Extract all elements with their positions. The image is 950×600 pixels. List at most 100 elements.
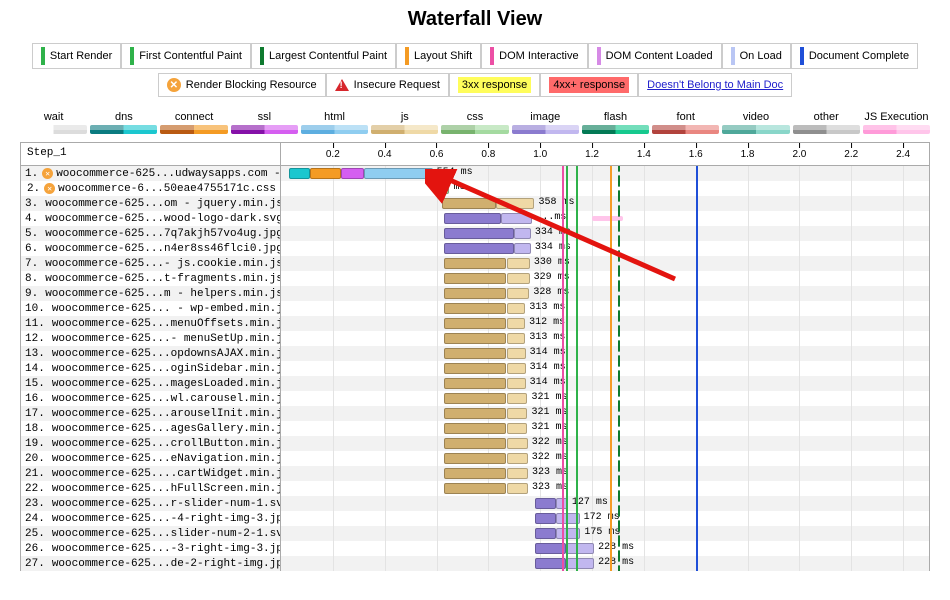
waterfall-row[interactable]: 21.woocommerce-625....cartWidget.min.js3…: [20, 466, 930, 481]
waterfall-row[interactable]: 6.woocommerce-625...n4er8ss46flci0.jpg33…: [20, 241, 930, 256]
waterfall-row[interactable]: 5.woocommerce-625...7q7akjh57vo4ug.jpg33…: [20, 226, 930, 241]
event-marker: [566, 331, 568, 346]
tick: 1.0: [533, 143, 547, 160]
waterfall-row[interactable]: 25.woocommerce-625...slider-num-2-1.svg1…: [20, 526, 930, 541]
waterfall-row[interactable]: 17.woocommerce-625...arouselInit.min.js 3…: [20, 406, 930, 421]
row-label: 7. woocommerce-625...- js.cookie.min.js: [21, 256, 281, 271]
row-duration-label: 127 ms: [572, 497, 608, 508]
legend-4xx: 4xx+ response: [540, 73, 638, 97]
waterfall-row[interactable]: 14.woocommerce-625...oginSidebar.min.js3…: [20, 361, 930, 376]
bar-segment-js-execution: [592, 216, 623, 221]
bar-segment-js: [507, 303, 526, 314]
waterfall-row[interactable]: 12.woocommerce-625...- menuSetUp.min.js3…: [20, 331, 930, 346]
event-marker: [618, 286, 620, 301]
row-resource-name: woocommerce-625...agesGallery.min.js: [52, 423, 281, 435]
event-marker: [576, 346, 578, 361]
row-number: 25.: [25, 528, 45, 540]
event-marker: [576, 256, 578, 271]
row-resource-name: woocommerce-625...- js.cookie.min.js: [45, 258, 281, 270]
waterfall-row[interactable]: 27.woocommerce-625...de-2-right-img.jpg2…: [20, 556, 930, 571]
waterfall-row[interactable]: 2.✕woocommerce-6...50eae4755171c.cssms: [20, 181, 930, 196]
row-number: 14.: [25, 363, 45, 375]
waterfall-row[interactable]: 8.woocommerce-625...t-fragments.min.js32…: [20, 271, 930, 286]
event-marker: [618, 226, 620, 241]
waterfall-row[interactable]: 18.woocommerce-625...agesGallery.min.js3…: [20, 421, 930, 436]
row-label: 4.woocommerce-625...wood-logo-dark.svg: [21, 211, 281, 226]
waterfall-row[interactable]: 23.woocommerce-625...r-slider-num-1.svg1…: [20, 496, 930, 511]
waterfall-row[interactable]: 26.woocommerce-625...-3-right-img-3.jpg2…: [20, 541, 930, 556]
mime-label: image: [530, 111, 560, 123]
waterfall-row[interactable]: 1.✕woocommerce-625...udwaysapps.com - /5…: [20, 166, 930, 181]
row-resource-name: woocommerce-625...n4er8ss46flci0.jpg: [45, 243, 281, 255]
row-chart: 228 ms: [281, 541, 929, 556]
row-duration-label: 321 ms: [531, 407, 567, 418]
bar-segment-image: [566, 558, 594, 569]
legend-swatch: [41, 47, 45, 65]
tick: 0.4: [378, 143, 392, 160]
mime-dns: dns: [90, 111, 157, 134]
row-number: 23.: [25, 498, 45, 510]
bar-segment-js-wait: [444, 453, 506, 464]
waterfall-row[interactable]: 24.woocommerce-625...-4-right-img-3.jpg1…: [20, 511, 930, 526]
event-marker: [566, 316, 568, 331]
bar-segment-js-wait: [444, 363, 506, 374]
waterfall-row[interactable]: 3.woocommerce-625...om - jquery.min.js35…: [20, 196, 930, 211]
waterfall-row[interactable]: 19.woocommerce-625...crollButton.min.js3…: [20, 436, 930, 451]
waterfall-row[interactable]: 15.woocommerce-625...magesLoaded.min.js3…: [20, 376, 930, 391]
row-resource-name: woocommerce-625...arouselInit.min.js: [52, 408, 281, 420]
row-duration-label: 328 ms: [533, 287, 569, 298]
waterfall-row[interactable]: 13.woocommerce-625...opdownsAJAX.min.js3…: [20, 346, 930, 361]
row-chart: ...ms: [281, 211, 929, 226]
row-chart: 175 ms: [281, 526, 929, 541]
mime-ssl: ssl: [231, 111, 298, 134]
bar-segment-image: [556, 498, 568, 509]
waterfall-row[interactable]: 22.woocommerce-625...hFullScreen.min.js3…: [20, 481, 930, 496]
event-marker: [618, 361, 620, 376]
event-marker: [562, 166, 564, 181]
waterfall-row[interactable]: 16.woocommerce-625...wl.carousel.min.js3…: [20, 391, 930, 406]
event-marker: [576, 481, 578, 496]
mime-css: css: [441, 111, 508, 134]
waterfall-row[interactable]: 7.woocommerce-625...- js.cookie.min.js33…: [20, 256, 930, 271]
event-marker: [576, 466, 578, 481]
event-marker: [610, 406, 612, 421]
row-chart: 358 ms: [281, 196, 929, 211]
waterfall-row[interactable]: 9.woocommerce-625...m - helpers.min.js32…: [20, 286, 930, 301]
legend-label: 4xx+ response: [549, 77, 629, 93]
legend-not-main-doc-link[interactable]: Doesn't Belong to Main Doc: [638, 73, 792, 97]
bar-segment-image-wait: [535, 528, 556, 539]
legend-swatch: [405, 47, 409, 65]
tick: 2.4: [896, 143, 910, 160]
legend-event-7: Document Complete: [791, 43, 918, 69]
event-marker: [576, 166, 578, 181]
row-duration-label: 321 ms: [531, 392, 567, 403]
row-label: 22.woocommerce-625...hFullScreen.min.js: [21, 481, 281, 496]
row-chart: 329 ms: [281, 271, 929, 286]
bar-segment-js: [496, 198, 534, 209]
render-blocking-icon: ✕: [167, 78, 181, 92]
bar-segment-js-wait: [444, 483, 506, 494]
row-resource-name: woocommerce-625... - wp-embed.min.js: [52, 303, 281, 315]
row-resource-name: woocommerce-6...50eae4755171c.css: [58, 183, 276, 195]
row-number: 3.: [25, 198, 38, 210]
bar-segment-js: [507, 393, 528, 404]
waterfall-row[interactable]: 10.woocommerce-625... - wp-embed.min.js3…: [20, 301, 930, 316]
row-number: 7.: [25, 258, 38, 270]
event-marker: [618, 301, 620, 316]
waterfall-row[interactable]: 20.woocommerce-625...eNavigation.min.js3…: [20, 451, 930, 466]
mime-swatch: [231, 125, 298, 134]
row-label: 17.woocommerce-625...arouselInit.min.js: [21, 406, 281, 421]
event-marker: [576, 391, 578, 406]
mime-swatch: [301, 125, 368, 134]
row-chart: 328 ms: [281, 286, 929, 301]
row-label: 3.woocommerce-625...om - jquery.min.js: [21, 196, 281, 211]
mime-label: flash: [604, 111, 627, 123]
waterfall-row[interactable]: 4.woocommerce-625...wood-logo-dark.svg..…: [20, 211, 930, 226]
mime-label: font: [677, 111, 695, 123]
waterfall-row[interactable]: 11.woocommerce-625...menuOffsets.min.js3…: [20, 316, 930, 331]
row-number: 27.: [25, 558, 45, 570]
row-label: 25.woocommerce-625...slider-num-2-1.svg: [21, 526, 281, 541]
mime-label: dns: [115, 111, 133, 123]
ruler-ticks: 0.20.40.60.81.01.21.41.61.82.02.22.4: [281, 143, 929, 165]
row-chart: 314 ms: [281, 361, 929, 376]
